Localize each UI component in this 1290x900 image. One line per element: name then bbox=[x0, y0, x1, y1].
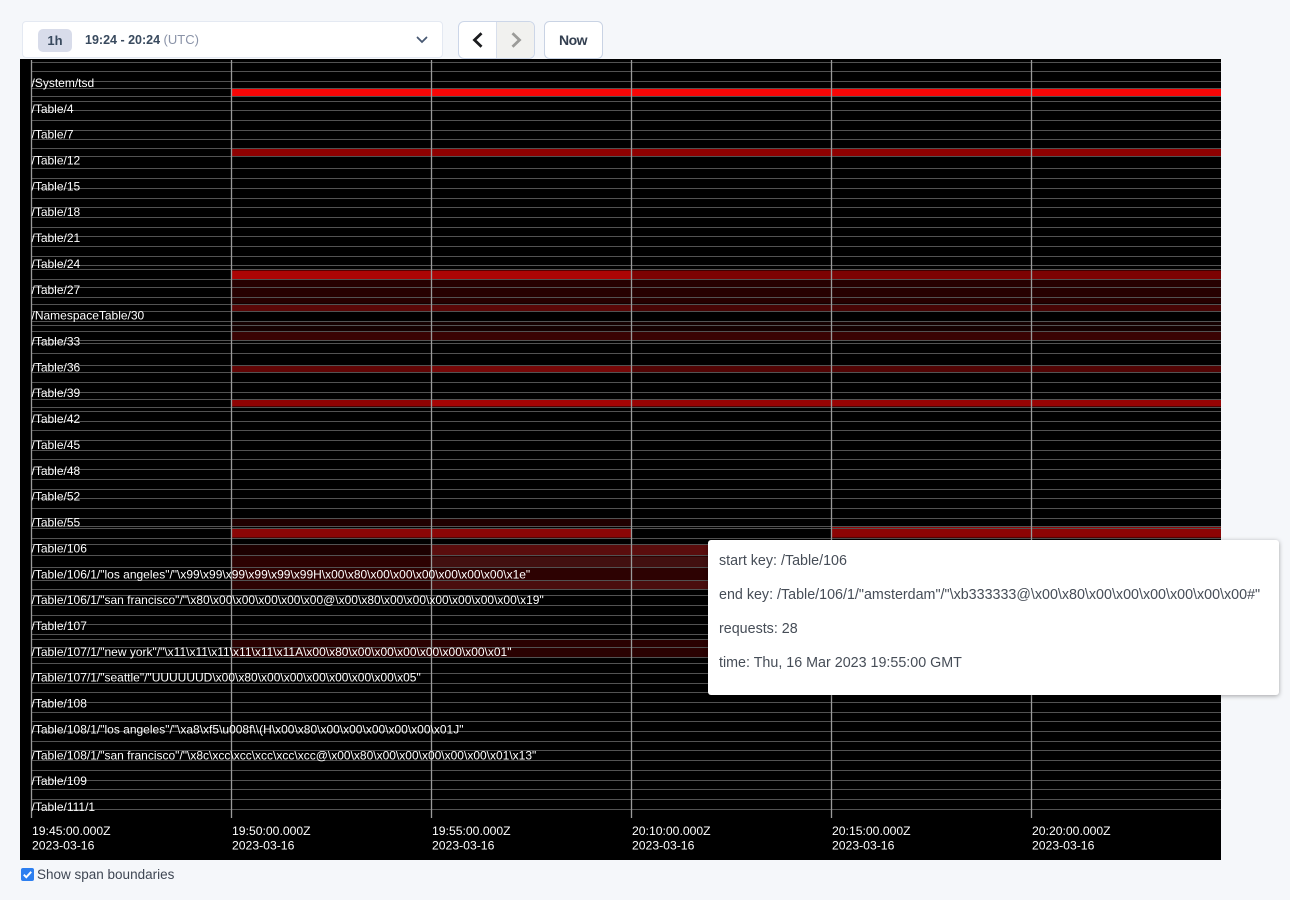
svg-text:/Table/18: /Table/18 bbox=[32, 205, 81, 219]
svg-text:/Table/4: /Table/4 bbox=[32, 102, 74, 116]
svg-text:2023-03-16: 2023-03-16 bbox=[1032, 838, 1095, 852]
svg-text:/Table/45: /Table/45 bbox=[32, 438, 81, 452]
svg-text:/Table/107/1/"new york"/"\x11\: /Table/107/1/"new york"/"\x11\x11\x11\x1… bbox=[32, 645, 512, 659]
svg-text:/Table/15: /Table/15 bbox=[32, 179, 81, 193]
svg-text:/Table/33: /Table/33 bbox=[32, 335, 81, 349]
svg-text:/Table/42: /Table/42 bbox=[32, 412, 81, 426]
svg-text:/Table/55: /Table/55 bbox=[32, 516, 81, 530]
svg-text:2023-03-16: 2023-03-16 bbox=[432, 838, 495, 852]
svg-text:/Table/36: /Table/36 bbox=[32, 360, 81, 374]
svg-text:19:45:00.000Z: 19:45:00.000Z bbox=[32, 824, 111, 838]
svg-text:/Table/12: /Table/12 bbox=[32, 154, 81, 168]
svg-text:2023-03-16: 2023-03-16 bbox=[32, 838, 95, 852]
svg-text:/Table/48: /Table/48 bbox=[32, 464, 81, 478]
svg-text:/Table/39: /Table/39 bbox=[32, 386, 81, 400]
svg-text:/Table/109: /Table/109 bbox=[32, 774, 88, 788]
svg-text:19:55:00.000Z: 19:55:00.000Z bbox=[432, 824, 511, 838]
svg-text:20:20:00.000Z: 20:20:00.000Z bbox=[1032, 824, 1111, 838]
svg-text:/Table/106: /Table/106 bbox=[32, 541, 88, 555]
svg-text:/Table/107: /Table/107 bbox=[32, 619, 88, 633]
svg-text:/Table/7: /Table/7 bbox=[32, 128, 74, 142]
svg-text:/Table/52: /Table/52 bbox=[32, 490, 81, 504]
svg-text:2023-03-16: 2023-03-16 bbox=[232, 838, 295, 852]
svg-text:/Table/107/1/"seattle"/"UUUUUU: /Table/107/1/"seattle"/"UUUUUUD\x00\x80\… bbox=[32, 671, 421, 685]
svg-text:/System/tsd: /System/tsd bbox=[32, 76, 95, 90]
svg-text:/Table/106/1/"san francisco"/": /Table/106/1/"san francisco"/"\x80\x00\x… bbox=[32, 593, 544, 607]
svg-text:/Table/24: /Table/24 bbox=[32, 257, 81, 271]
svg-text:/NamespaceTable/30: /NamespaceTable/30 bbox=[32, 309, 145, 323]
svg-text:2023-03-16: 2023-03-16 bbox=[832, 838, 895, 852]
svg-text:20:10:00.000Z: 20:10:00.000Z bbox=[632, 824, 711, 838]
svg-text:/Table/111/1: /Table/111/1 bbox=[32, 800, 96, 814]
svg-text:/Table/21: /Table/21 bbox=[32, 231, 81, 245]
svg-text:/Table/108/1/"los angeles"/"\x: /Table/108/1/"los angeles"/"\xa8\xf5\u00… bbox=[32, 723, 464, 737]
svg-text:/Table/108/1/"san francisco"/": /Table/108/1/"san francisco"/"\x8c\xcc\x… bbox=[32, 748, 537, 762]
svg-text:2023-03-16: 2023-03-16 bbox=[632, 838, 695, 852]
svg-text:20:15:00.000Z: 20:15:00.000Z bbox=[832, 824, 911, 838]
svg-text:19:50:00.000Z: 19:50:00.000Z bbox=[232, 824, 311, 838]
svg-text:/Table/108: /Table/108 bbox=[32, 697, 88, 711]
svg-text:/Table/106/1/"los angeles"/"\x: /Table/106/1/"los angeles"/"\x99\x99\x99… bbox=[32, 567, 531, 581]
svg-text:/Table/27: /Table/27 bbox=[32, 283, 81, 297]
